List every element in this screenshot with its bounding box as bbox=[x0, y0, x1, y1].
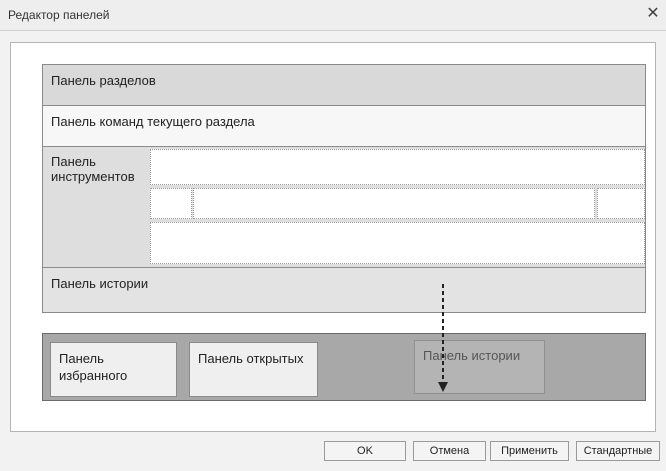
open-panel-label: Панель открытых bbox=[198, 351, 304, 366]
ok-button[interactable]: OK bbox=[324, 441, 406, 461]
title-bar: Редактор панелей ✕ bbox=[0, 0, 666, 31]
commands-panel[interactable]: Панель команд текущего раздела bbox=[42, 106, 646, 147]
left-drop-zone[interactable] bbox=[150, 188, 192, 219]
apply-button[interactable]: Применить bbox=[490, 441, 569, 461]
sections-panel[interactable]: Панель разделов bbox=[42, 64, 646, 106]
bottom-drop-zone[interactable] bbox=[150, 222, 645, 264]
center-drop-zone[interactable] bbox=[193, 188, 595, 219]
sections-panel-label: Панель разделов bbox=[51, 73, 156, 88]
close-icon[interactable]: ✕ bbox=[644, 5, 662, 23]
right-drop-zone[interactable] bbox=[597, 188, 645, 219]
history-panel-label: Панель истории bbox=[51, 276, 149, 291]
panel-layout-editor: Панель разделов Панель команд текущего р… bbox=[10, 42, 656, 432]
tools-panel-label: Панель инструментов bbox=[51, 154, 135, 184]
history-panel[interactable]: Панель истории bbox=[42, 268, 646, 313]
tools-panel[interactable]: Панель инструментов bbox=[42, 147, 646, 268]
history-panel-ghost[interactable]: Панель истории bbox=[414, 340, 545, 394]
drag-arrow-icon bbox=[438, 284, 448, 392]
top-drop-zone[interactable] bbox=[150, 149, 645, 185]
favorites-panel-label: Панель избранного bbox=[59, 351, 128, 383]
commands-panel-label: Панель команд текущего раздела bbox=[51, 114, 255, 129]
cancel-button[interactable]: Отмена bbox=[413, 441, 486, 461]
default-button[interactable]: Стандартные bbox=[576, 441, 660, 461]
window-title: Редактор панелей bbox=[8, 8, 110, 22]
open-panel[interactable]: Панель открытых bbox=[189, 342, 318, 397]
panel-editor-window: Редактор панелей ✕ Панель разделов Панел… bbox=[0, 0, 666, 471]
available-panels-area: Панель избранного Панель открытых Панель… bbox=[42, 333, 646, 401]
favorites-panel[interactable]: Панель избранного bbox=[50, 342, 177, 397]
